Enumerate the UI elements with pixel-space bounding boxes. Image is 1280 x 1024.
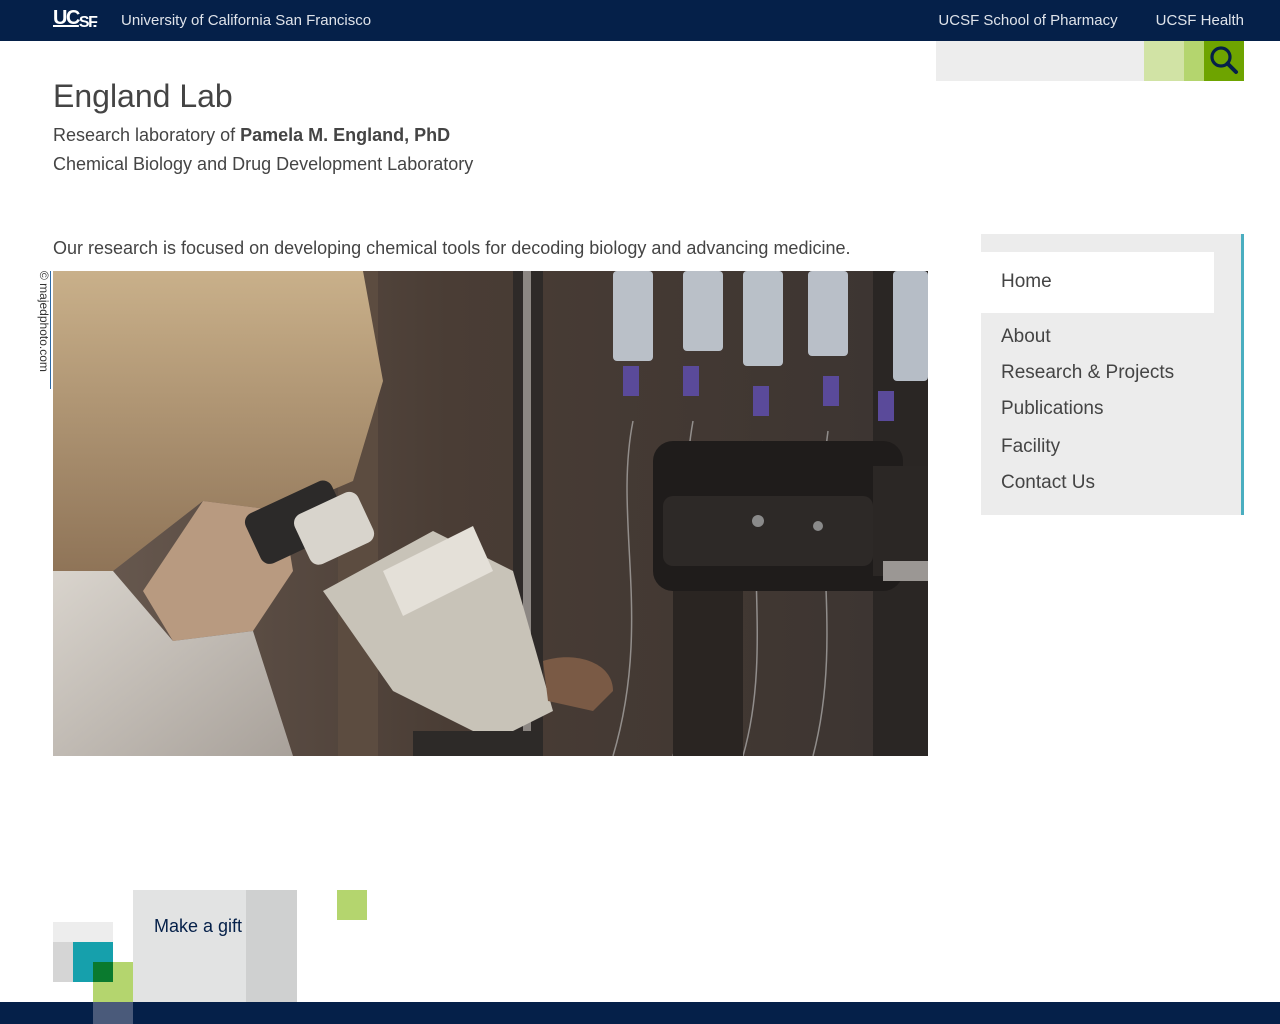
search-decor-light	[1144, 41, 1184, 81]
lab-photo	[53, 271, 928, 756]
ucsf-logo[interactable]: UCSF	[53, 5, 98, 33]
footer-square-accent	[337, 890, 367, 920]
nav-item-publications[interactable]: Publications	[1001, 398, 1103, 420]
side-nav: Home About Research & Projects Publicati…	[981, 234, 1244, 515]
nav-item-contact-us[interactable]: Contact Us	[1001, 472, 1095, 494]
top-links: UCSF School of Pharmacy UCSF Health	[938, 12, 1244, 30]
search-box	[936, 41, 1244, 81]
photo-credit: © majedphoto.com	[37, 271, 51, 389]
university-name[interactable]: University of California San Francisco	[121, 12, 371, 30]
bottom-bar	[0, 1002, 1280, 1024]
footer-square-darkgreen	[93, 962, 113, 982]
footer-square-2	[53, 942, 73, 982]
tagline-pi-name: Pamela M. England, PhD	[240, 125, 451, 145]
search-decor-mid	[1184, 41, 1204, 81]
site-tagline: Research laboratory of Pamela M. England…	[53, 124, 450, 146]
nav-item-facility[interactable]: Facility	[1001, 436, 1060, 458]
site-title[interactable]: England Lab	[53, 77, 233, 115]
nav-item-about[interactable]: About	[1001, 326, 1051, 348]
footer-square-1	[53, 922, 113, 942]
top-bar: UCSF University of California San Franci…	[0, 0, 1280, 41]
search-icon	[1210, 46, 1238, 74]
make-a-gift-link[interactable]: Make a gift	[154, 915, 242, 937]
gift-panel	[133, 890, 246, 1002]
ucsf-health-link[interactable]: UCSF Health	[1156, 12, 1244, 30]
nav-item-research-projects[interactable]: Research & Projects	[1001, 362, 1174, 384]
intro-text: Our research is focused on developing ch…	[53, 238, 851, 258]
search-input[interactable]	[936, 41, 1144, 81]
photo-credit-text: © majedphoto.com	[37, 271, 51, 372]
search-button[interactable]	[1204, 41, 1244, 81]
tagline-prefix: Research laboratory of	[53, 125, 241, 145]
school-of-pharmacy-link[interactable]: UCSF School of Pharmacy	[938, 12, 1117, 30]
nav-item-home[interactable]: Home	[1001, 271, 1052, 293]
gift-panel-edge	[246, 890, 297, 1002]
footer-square-bottom	[93, 1002, 133, 1024]
site-subtitle: Chemical Biology and Drug Development La…	[53, 154, 474, 174]
